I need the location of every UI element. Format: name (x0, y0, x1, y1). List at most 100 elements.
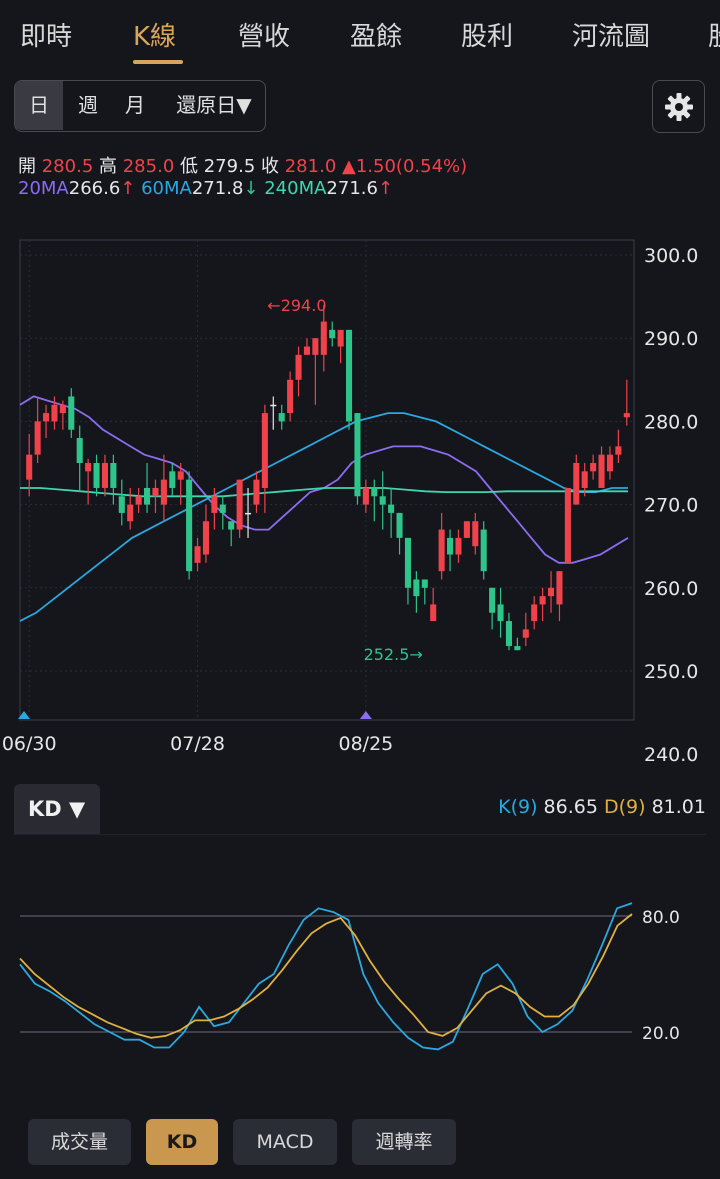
close-value: 281.0 (284, 156, 337, 177)
candlestick (346, 329, 353, 430)
candlestick (371, 479, 378, 522)
candlestick (463, 521, 470, 538)
candlestick (598, 446, 605, 488)
price-y-tick: 270.0 (644, 495, 698, 517)
turnover-indicator-button[interactable]: 週轉率 (352, 1119, 456, 1165)
macd-indicator-button[interactable]: MACD (233, 1119, 337, 1165)
period-monthly[interactable]: 月 (113, 81, 157, 130)
candlestick (430, 587, 437, 622)
candlestick (76, 425, 83, 493)
price-change: ▲1.50(0.54%) (342, 156, 468, 177)
high-price-annotation: ←294.0 (267, 296, 326, 315)
candlestick (295, 346, 302, 397)
high-value: 285.0 (122, 156, 175, 177)
close-label: 收 (261, 156, 279, 177)
candlestick (438, 512, 445, 580)
candlestick (68, 388, 75, 439)
active-tab-indicator (133, 60, 183, 64)
tab-realtime[interactable]: 即時 (20, 16, 72, 53)
kd-indicator-button[interactable]: KD (146, 1119, 218, 1165)
tab-bar: 即時 K線 營收 盈餘 股利 河流圖 股 (0, 0, 720, 70)
price-y-tick: 260.0 (644, 578, 698, 600)
kd-values: K(9) 86.65 D(9) 81.01 (498, 796, 706, 818)
candlestick (312, 338, 319, 405)
period-adjusted-daily-dropdown[interactable]: 還原日▼ (165, 81, 263, 130)
ma60-value: 271.8 (191, 178, 244, 199)
period-daily[interactable]: 日 (15, 81, 63, 130)
candlestick (606, 446, 613, 480)
candlestick (85, 458, 92, 505)
candlestick (362, 479, 369, 513)
open-value: 280.5 (41, 156, 94, 177)
candlestick (329, 321, 336, 347)
tab-kline[interactable]: K線 (133, 16, 176, 53)
candlestick (253, 471, 260, 513)
candlestick (421, 579, 428, 605)
ma240-label: 240MA (264, 178, 327, 199)
candlestick (202, 504, 209, 563)
price-y-tick: 290.0 (644, 328, 698, 350)
ma20-label: 20MA (18, 178, 69, 199)
candlestick (413, 571, 420, 613)
tab-earnings[interactable]: 盈餘 (350, 16, 402, 53)
indicator-dropdown[interactable]: KD ▼ (14, 784, 100, 834)
ma60-label: 60MA (141, 178, 192, 199)
candlestick (278, 404, 285, 430)
candlestick (261, 404, 268, 513)
price-x-tick: 06/30 (2, 733, 57, 755)
candlestick (337, 329, 344, 364)
candlestick (396, 512, 403, 555)
k-line (19, 902, 633, 1051)
candlestick (556, 571, 563, 622)
d-value: 81.01 (651, 796, 706, 818)
candlestick (379, 471, 386, 530)
candlestick (404, 537, 411, 605)
candlestick (228, 521, 235, 547)
ma60-arrow: ↓ (243, 178, 259, 199)
price-y-tick: 280.0 (644, 411, 698, 433)
candlestick (144, 463, 151, 513)
candlestick (270, 396, 277, 430)
settings-button[interactable] (652, 80, 705, 133)
candlestick (160, 454, 167, 522)
candlestick (194, 537, 201, 572)
tab-more[interactable]: 股 (708, 16, 720, 53)
gear-icon (664, 92, 693, 121)
candlestick (548, 571, 555, 613)
k-label: K(9) (498, 796, 538, 818)
kd-y-tick: 80.0 (642, 908, 680, 928)
candlestick (93, 454, 100, 497)
candlestick (480, 521, 487, 580)
low-value: 279.5 (203, 156, 256, 177)
candlestick (455, 529, 462, 563)
candlestick (531, 596, 538, 630)
kd-y-tick: 20.0 (642, 1024, 680, 1044)
tab-dividend[interactable]: 股利 (461, 16, 513, 53)
price-x-tick: 07/28 (170, 733, 225, 755)
candlestick (169, 463, 176, 497)
candlestick (489, 587, 496, 630)
open-label: 開 (18, 156, 36, 177)
ma60-line (19, 412, 628, 622)
price-y-tick: 300.0 (644, 245, 698, 267)
candlestick (34, 396, 41, 463)
ma240-arrow: ↑ (377, 178, 394, 199)
period-weekly[interactable]: 週 (65, 81, 111, 130)
kd-indicator-chart[interactable]: 80.0 20.0 (0, 834, 720, 1094)
candlestick (573, 454, 580, 505)
candlestick (219, 496, 226, 530)
price-candlestick-chart[interactable]: 300.0 290.0 280.0 270.0 260.0 250.0 240.0 06/30… (0, 220, 720, 780)
candlestick (514, 637, 521, 651)
low-label: 低 (180, 156, 198, 177)
tab-river-chart[interactable]: 河流圖 (572, 16, 650, 53)
ma20-arrow: ↑ (120, 178, 136, 199)
candlestick (135, 487, 142, 513)
candlestick (26, 433, 33, 497)
candlestick (615, 429, 622, 463)
price-y-tick: 250.0 (644, 661, 698, 683)
candlestick (101, 454, 108, 497)
price-y-tick: 240.0 (644, 744, 698, 766)
tab-revenue[interactable]: 營收 (238, 16, 290, 53)
volume-indicator-button[interactable]: 成交量 (28, 1119, 131, 1165)
candlestick (522, 612, 529, 647)
